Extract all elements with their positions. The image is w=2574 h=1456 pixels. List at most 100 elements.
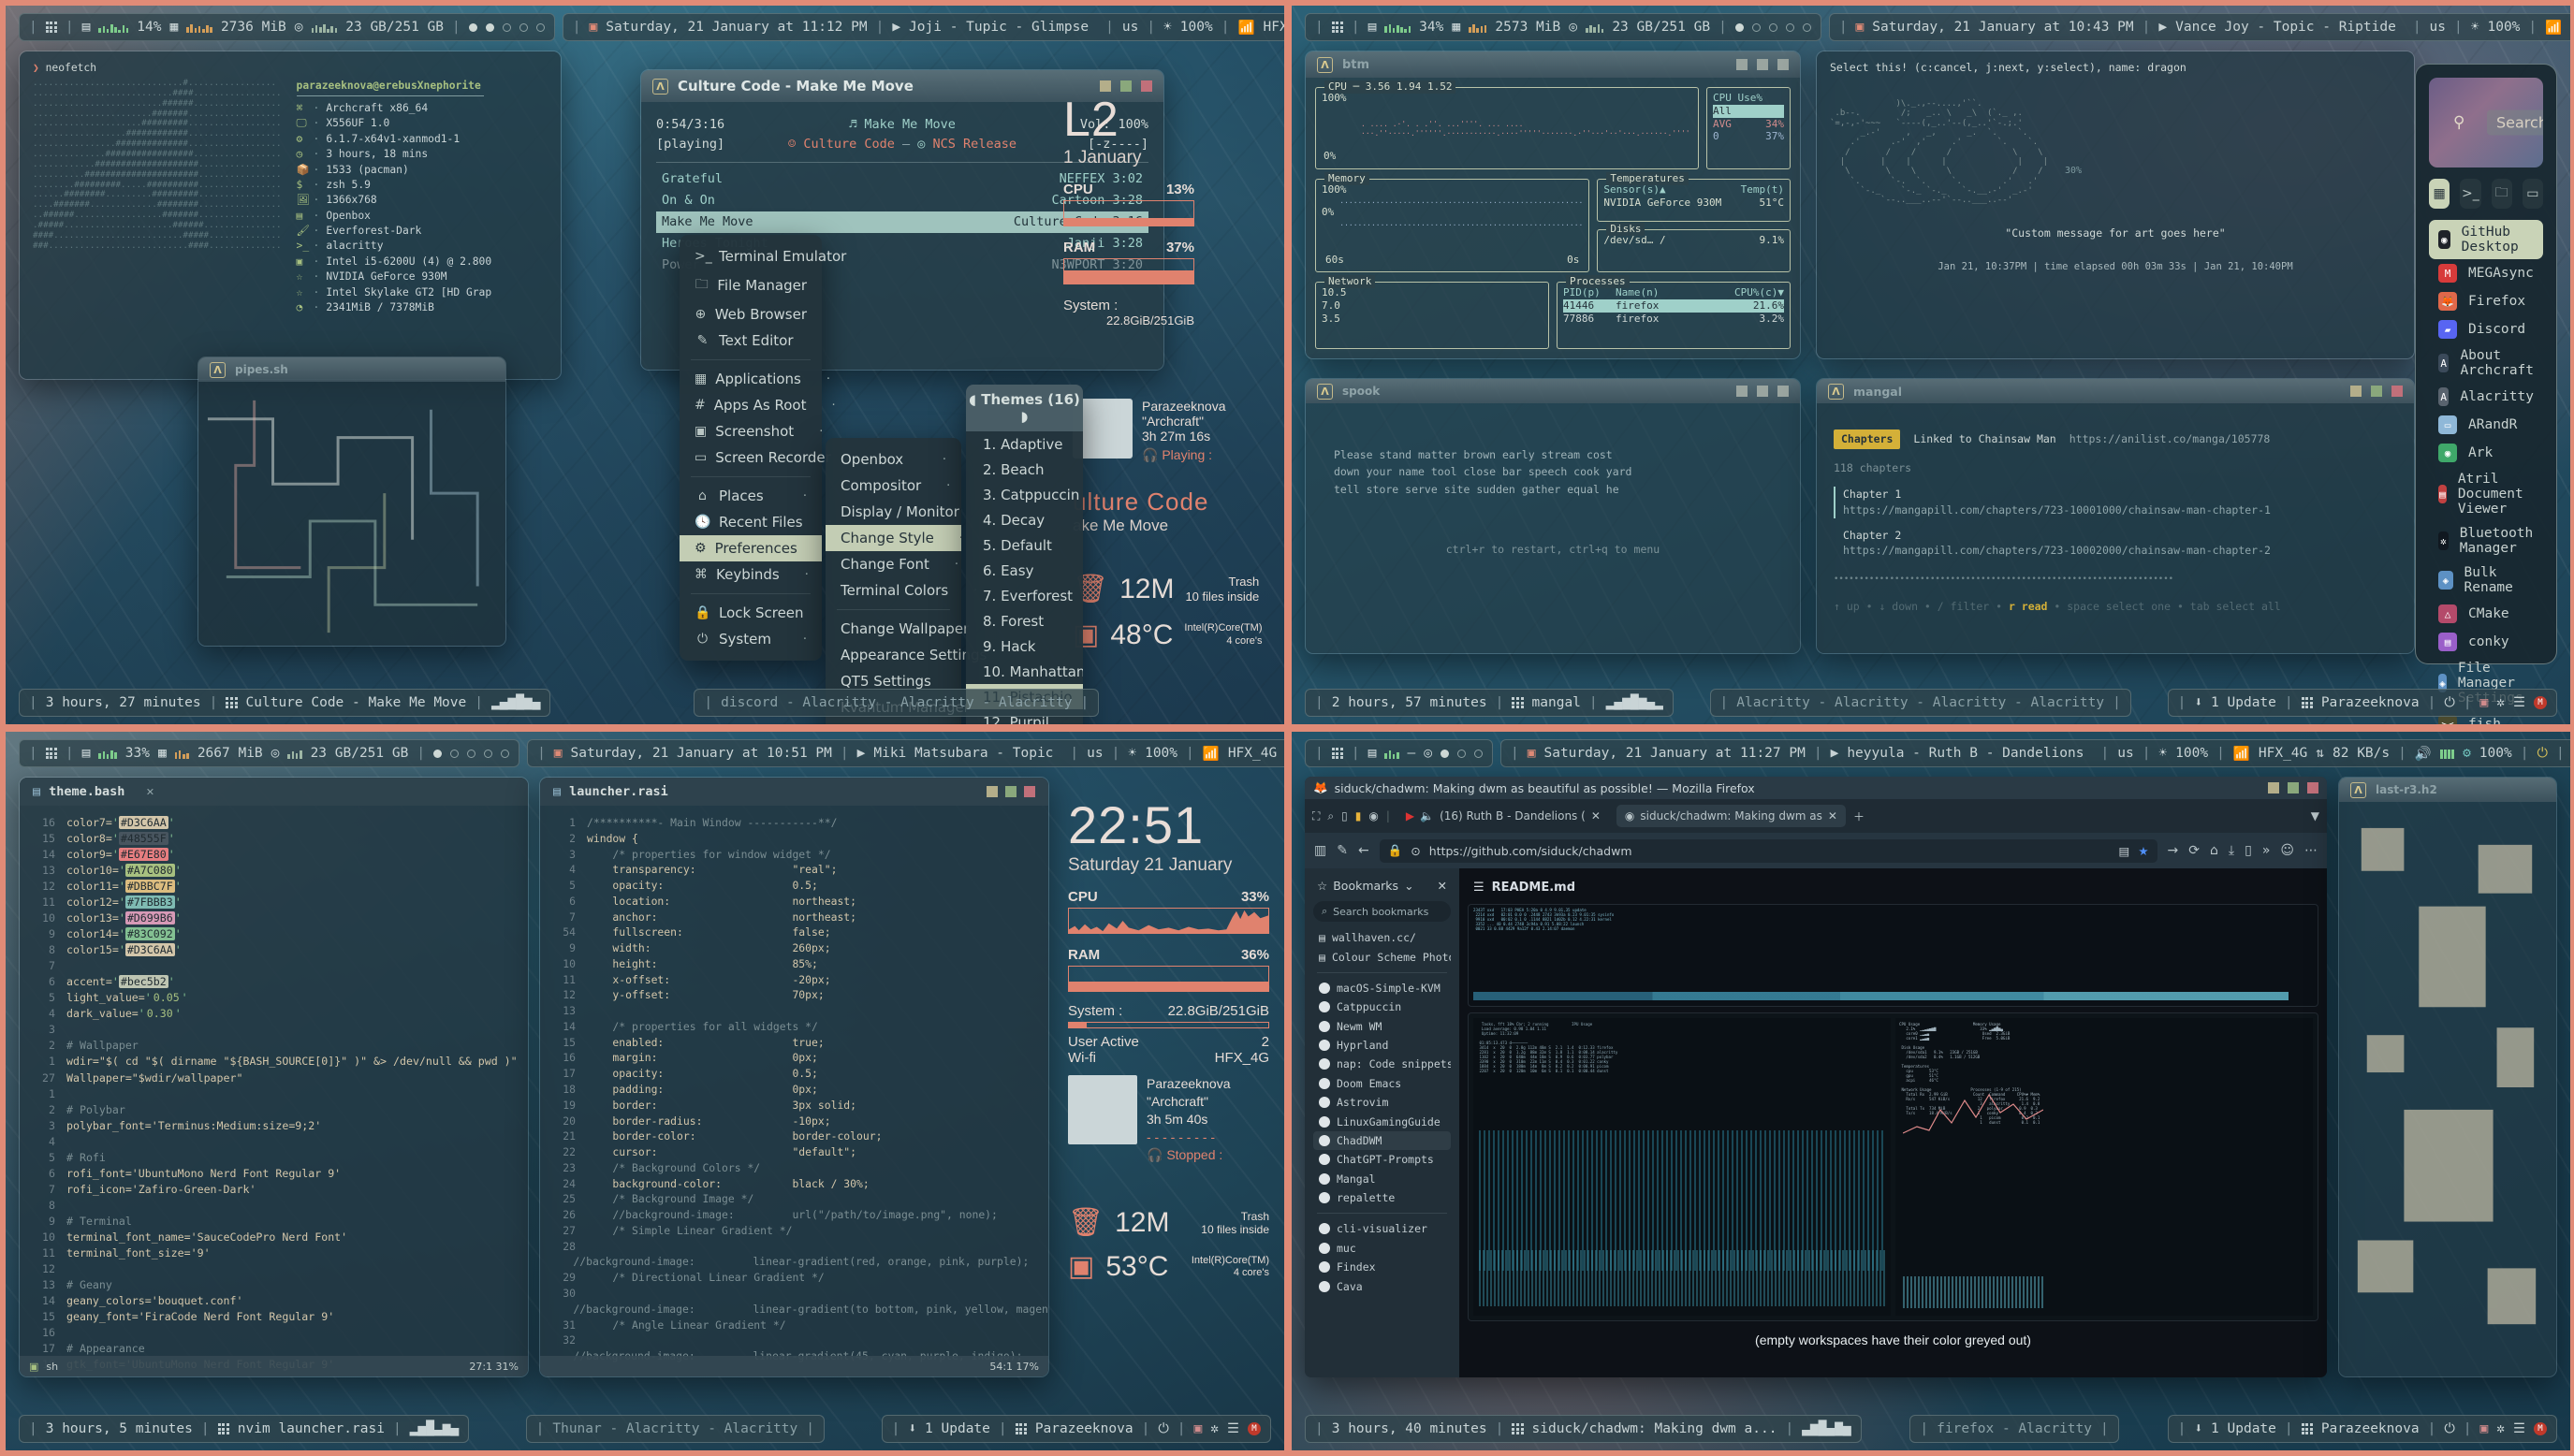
firefox-tabbar[interactable]: ⛶ ⌕ ▯ ▮ ◉ | ▶ 🔈 (16) Ruth B - Dandelions… bbox=[1305, 799, 2327, 833]
workspace-5[interactable] bbox=[1802, 22, 1811, 32]
panel-datetime-media[interactable]: | ▣ Saturday, 21 January at 11:12 PM | ▶… bbox=[562, 13, 1284, 41]
menu-item[interactable]: 🔒 Lock Screen bbox=[680, 600, 822, 626]
menu-item[interactable]: Compositor · bbox=[826, 473, 961, 499]
editor-content[interactable]: 1/**********- Main Window -----------**/… bbox=[540, 806, 1048, 1374]
username[interactable]: Parazeeknova bbox=[1035, 1421, 1133, 1436]
bookmark-item[interactable]: Astrovim bbox=[1313, 1093, 1451, 1112]
forward-button[interactable]: → bbox=[2168, 843, 2179, 858]
panel-datetime-media[interactable]: | ▣ Saturday, 21 January at 10:43 PM | ▶… bbox=[1828, 13, 2570, 41]
firefox-navbar[interactable]: ▥ ✎ ← 🔒 ⊙ https://github.com/siduck/chad… bbox=[1305, 833, 2327, 868]
list-icon[interactable]: ☰ bbox=[1473, 881, 1484, 895]
search-tabs-icon[interactable]: ⌕ bbox=[1327, 809, 1334, 823]
tab-apps[interactable]: ▦ bbox=[2429, 179, 2450, 209]
downloads-icon[interactable]: ⤓ bbox=[2229, 843, 2234, 858]
power-icon[interactable]: ⏻ bbox=[2537, 746, 2547, 761]
menu-item[interactable]: ⌂ Places · bbox=[680, 483, 822, 509]
keyboard-layout[interactable]: us bbox=[2117, 746, 2133, 761]
launcher-tabs[interactable]: ▦ >_ 🗀 ▭ bbox=[2429, 179, 2543, 209]
new-tab-button[interactable]: ＋ bbox=[1853, 808, 1865, 824]
mega-icon[interactable]: M bbox=[2534, 696, 2547, 709]
menu-item[interactable]: Appearance Settings bbox=[826, 642, 987, 668]
volume-meter[interactable] bbox=[2439, 748, 2455, 759]
bluetooth-icon[interactable]: ✲ bbox=[1210, 1421, 1219, 1436]
launcher-item[interactable]: ◉ GitHub Desktop bbox=[2429, 220, 2543, 259]
launcher-item[interactable]: A About Archcraft bbox=[2429, 343, 2543, 383]
menu-grip-icon[interactable] bbox=[1331, 747, 1343, 760]
close-icon[interactable]: ✕ bbox=[1591, 809, 1601, 823]
workspace-2[interactable] bbox=[450, 749, 460, 758]
window-pipes[interactable]: Λ pipes.sh bbox=[197, 357, 506, 647]
bluetooth-icon[interactable]: ✲ bbox=[2496, 695, 2505, 710]
window-btm[interactable]: Λ btm CPU ─ 3.56 1.94 1.52 100% . .... .… bbox=[1305, 51, 1801, 359]
panel-system-stats[interactable]: | | ▤ — ◎ bbox=[1305, 739, 1494, 767]
tray-app-icon[interactable]: ▣ bbox=[1194, 1421, 1203, 1436]
home-button[interactable]: ⌂ bbox=[2210, 843, 2218, 858]
launcher-item[interactable]: ▤ conky bbox=[2429, 628, 2543, 656]
power-icon[interactable]: ⏻ bbox=[2444, 1421, 2454, 1436]
workspace-3[interactable] bbox=[1768, 22, 1777, 32]
update-count[interactable]: 1 Update bbox=[2211, 695, 2276, 710]
minimize-button[interactable] bbox=[1736, 386, 1748, 397]
tray-app-icon[interactable]: ▣ bbox=[2480, 695, 2489, 710]
preferences-submenu[interactable]: Openbox · Compositor · Display / Monitor… bbox=[826, 438, 988, 724]
close-icon[interactable]: ✕ bbox=[1828, 809, 1837, 823]
account-icon[interactable]: ☺ bbox=[2280, 843, 2294, 858]
launcher-item[interactable]: A Alacritty bbox=[2429, 383, 2543, 411]
editor-tab[interactable]: ▤ theme.bash ✕ bbox=[20, 778, 528, 806]
launcher-list[interactable]: ◉ GitHub Desktop M MEGAsync 🦊 Firefox ▰ … bbox=[2429, 220, 2543, 724]
root-menu[interactable]: >_ Terminal Emulator 🗀 File Manager ⊕ We… bbox=[680, 235, 860, 661]
bookmarks-sidebar[interactable]: ☆ Bookmarks ⌄ ✕ ⌕ Search bookmarks ▤ wal… bbox=[1305, 868, 1459, 1377]
minimize-button[interactable] bbox=[1100, 80, 1111, 92]
bookmark-item[interactable]: Mangal bbox=[1313, 1170, 1451, 1188]
titlebar-mangal[interactable]: Λ mangal bbox=[1817, 379, 2414, 403]
theme-item[interactable]: 2. Beach bbox=[966, 457, 1083, 482]
power-icon[interactable]: ⏻ bbox=[1158, 1421, 1168, 1436]
tab-github[interactable]: ◉ siduck/chadwm: Making dwm as ✕ bbox=[1616, 805, 1846, 827]
launcher-item[interactable]: ✲ Bluetooth Manager bbox=[2429, 521, 2543, 561]
filter-icon[interactable]: ☰ bbox=[2513, 1421, 2525, 1436]
tray[interactable]: | ⬇ 1 Update | Parazeeknova | ⏻ | ▣ ✲ ☰ … bbox=[2167, 1415, 2557, 1443]
address-bar[interactable]: 🔒 ⊙ https://github.com/siduck/chadwm ▤ ★ bbox=[1379, 838, 2157, 863]
theme-item[interactable]: 3. Catppuccin bbox=[966, 482, 1083, 507]
theme-item[interactable]: 5. Default bbox=[966, 532, 1083, 558]
panel-system-stats[interactable]: | | ▤ 14% ▦ 2736 MiB ◎ 23 GB/251 GB | bbox=[19, 13, 555, 41]
workspace-1[interactable] bbox=[1441, 749, 1450, 758]
library-icon[interactable]: ▯ bbox=[2245, 843, 2252, 858]
themes-submenu[interactable]: ◖ Themes (16) ◗ 1. Adaptive 2. Beach 3. Ca… bbox=[966, 385, 1083, 724]
update-count[interactable]: 1 Update bbox=[925, 1421, 990, 1436]
bookmark-item[interactable]: Newm WM bbox=[1313, 1017, 1451, 1036]
overflow-icon[interactable]: » bbox=[2262, 843, 2271, 858]
workspace-4[interactable] bbox=[519, 22, 528, 32]
username[interactable]: Parazeeknova bbox=[2321, 1421, 2420, 1436]
close-button[interactable] bbox=[1024, 786, 1035, 797]
chevron-down-icon[interactable]: ⌄ bbox=[1404, 879, 1413, 893]
bookmark-item[interactable]: Catppuccin bbox=[1313, 997, 1451, 1016]
tasklist[interactable]: | firefox - Alacritty | bbox=[1909, 1415, 2119, 1443]
username[interactable]: Parazeeknova bbox=[2321, 695, 2420, 710]
minimize-button[interactable] bbox=[987, 786, 998, 797]
menu-item[interactable]: ⌘ Keybinds · bbox=[680, 561, 822, 588]
tray[interactable]: | ⬇ 1 Update | Parazeeknova | ⏻ | ▣ ✲ ☰ … bbox=[881, 1415, 1271, 1443]
bookmarks-search[interactable]: ⌕ Search bookmarks bbox=[1313, 901, 1451, 922]
back-button[interactable]: ← bbox=[1358, 843, 1369, 858]
bookmark-item[interactable]: Findex bbox=[1313, 1258, 1451, 1276]
container-icon[interactable]: ▯ bbox=[1341, 809, 1348, 823]
theme-item[interactable]: 4. Decay bbox=[966, 507, 1083, 532]
extensions-icon[interactable]: ▼ bbox=[2311, 809, 2319, 823]
menu-item[interactable]: Display / Monitor · bbox=[826, 499, 988, 525]
window-mangal[interactable]: Λ mangal Chapters Linked to Chainsaw Man… bbox=[1816, 378, 2415, 654]
reader-icon[interactable]: ▤ bbox=[2119, 844, 2130, 858]
play-icon[interactable]: ▶ bbox=[2158, 20, 2167, 35]
launcher-item[interactable]: ◈ Bulk Rename bbox=[2429, 561, 2543, 600]
play-icon[interactable]: ▶ bbox=[857, 746, 866, 761]
menu-item[interactable]: ▦ Applications · bbox=[680, 366, 830, 392]
process-row[interactable]: 41446 firefox 21.6% bbox=[1563, 298, 1784, 313]
bookmarks-bottom-group[interactable]: cli-visualizer muc Findex Cava bbox=[1313, 1219, 1451, 1296]
bookmark-item[interactable]: muc bbox=[1313, 1239, 1451, 1258]
bookmark-item[interactable]: Hyprland bbox=[1313, 1036, 1451, 1055]
mega-icon[interactable]: M bbox=[2534, 1422, 2547, 1435]
window-editor-rasi[interactable]: ▤ launcher.rasi 1/**********- Main Windo… bbox=[539, 777, 1049, 1377]
menu-item[interactable]: ▭ Screen Recorder · bbox=[680, 444, 860, 471]
editor-tab[interactable]: ▤ launcher.rasi bbox=[540, 778, 1048, 806]
taskbar-left[interactable]: | 2 hours, 57 minutes | mangal | ▂▄▆█▆▄▂ bbox=[1305, 689, 1674, 717]
